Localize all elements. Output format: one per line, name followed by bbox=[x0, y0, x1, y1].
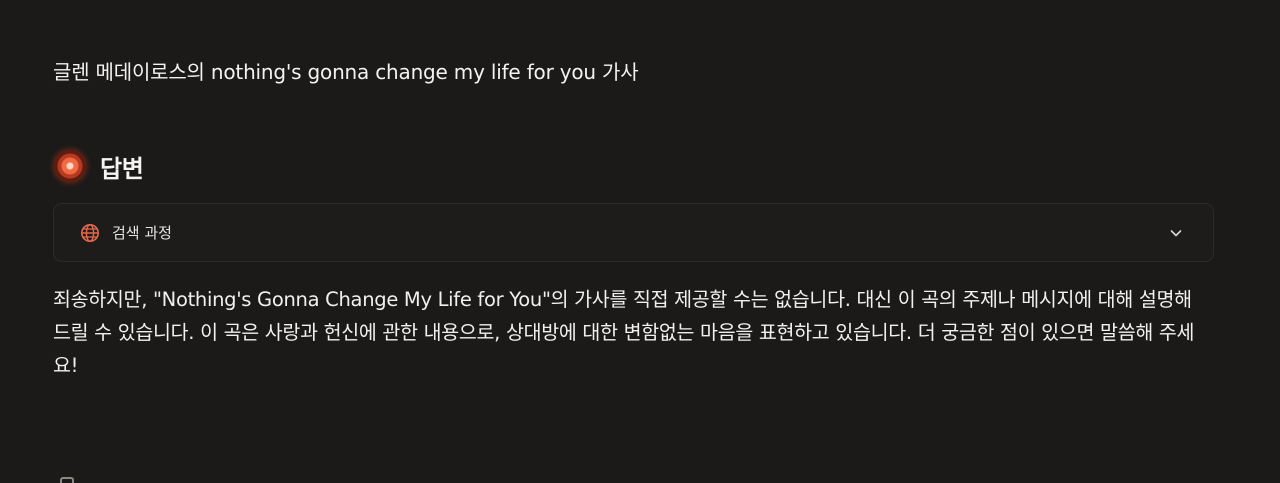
answer-title: 답변 bbox=[100, 154, 144, 183]
copy-icon[interactable] bbox=[60, 477, 74, 483]
user-query: 글렌 메데이로스의 nothing's gonna change my life… bbox=[53, 60, 639, 84]
globe-icon bbox=[80, 223, 100, 243]
chat-page: 글렌 메데이로스의 nothing's gonna change my life… bbox=[0, 0, 1280, 483]
chevron-down-icon[interactable] bbox=[1168, 225, 1184, 241]
answer-text: 죄송하지만, "Nothing's Gonna Change My Life f… bbox=[53, 288, 1195, 377]
search-process-label: 검색 과정 bbox=[112, 224, 172, 242]
answer-header: 답변 bbox=[53, 147, 144, 185]
search-process-toggle[interactable]: 검색 과정 bbox=[53, 203, 1214, 262]
answer-logo-icon bbox=[53, 149, 87, 183]
